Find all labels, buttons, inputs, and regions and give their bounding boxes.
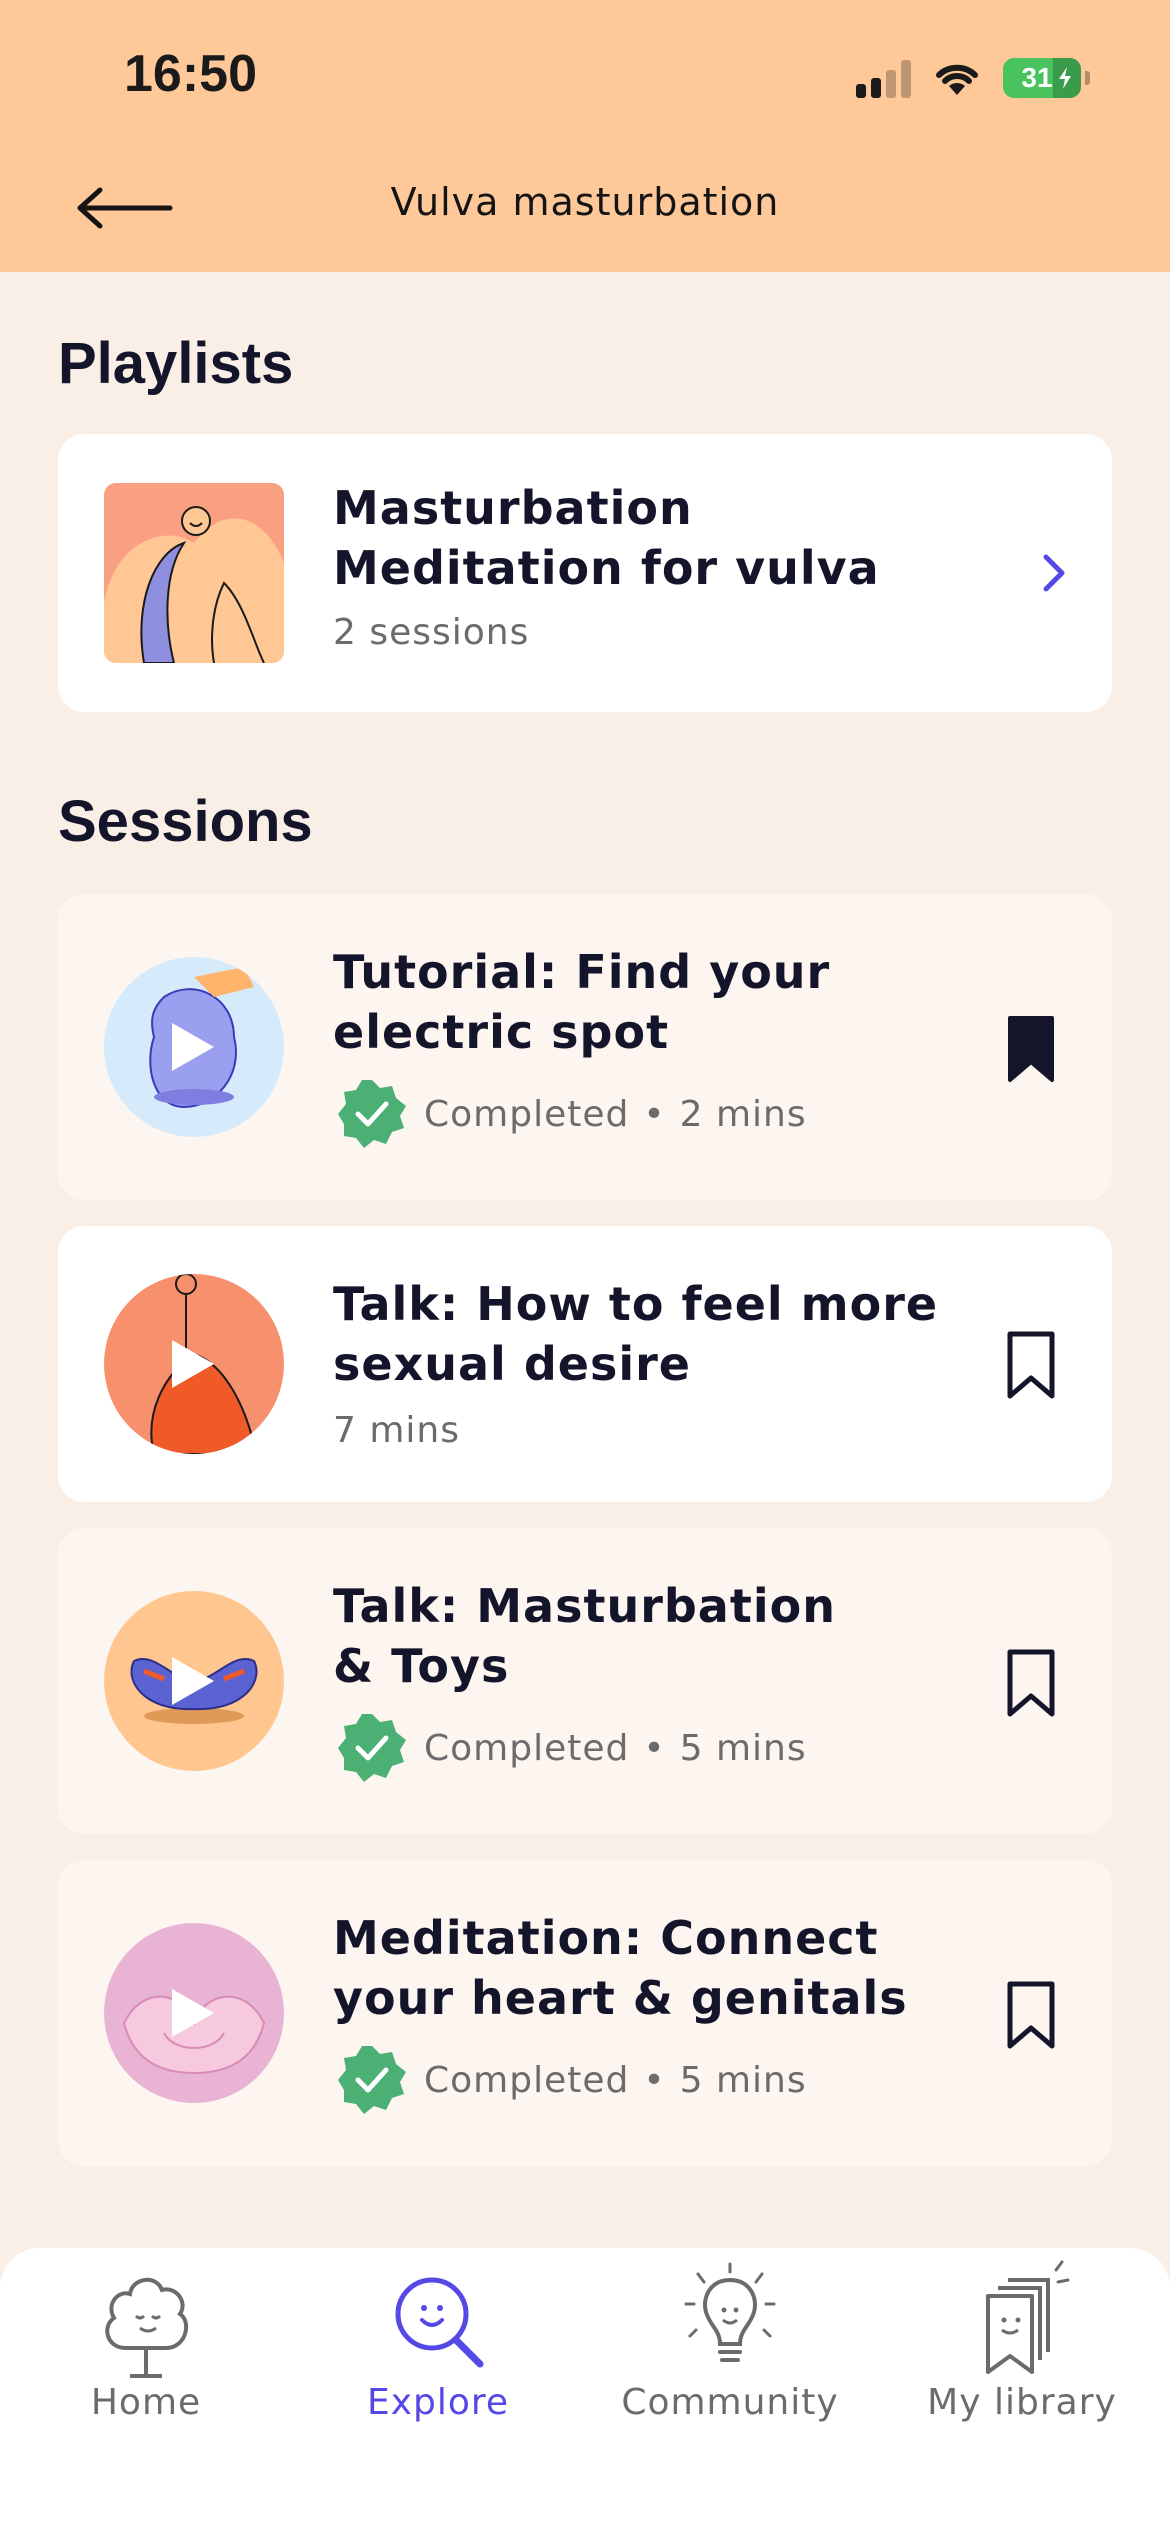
bookmark-outline-icon[interactable] (1006, 1980, 1056, 2050)
session-card[interactable]: Meditation: Connect your heart & genital… (58, 1860, 1112, 2166)
battery-icon: 31 (1003, 58, 1081, 98)
meta-separator: • (643, 2059, 666, 2101)
session-meta: Completed • 2 mins (336, 1078, 807, 1150)
bottom-nav: Home Explore Community My library (0, 2248, 1170, 2532)
session-duration: 5 mins (679, 2059, 807, 2101)
playlist-card[interactable]: Masturbation Meditation for vulva 2 sess… (58, 434, 1112, 712)
bookmark-filled-icon[interactable] (1006, 1014, 1056, 1084)
play-icon (172, 1023, 214, 1071)
completed-check-icon (338, 1080, 406, 1148)
session-thumbnail (104, 1274, 284, 1454)
play-icon (172, 1340, 214, 1388)
session-meta: Completed • 5 mins (336, 1712, 807, 1784)
playlist-thumbnail (104, 483, 284, 663)
cellular-signal-icon (856, 58, 911, 98)
page-title: Vulva masturbation (390, 180, 780, 224)
nav-community[interactable]: Community (584, 2248, 876, 2448)
session-thumbnail (104, 957, 284, 1137)
session-duration: 7 mins (333, 1410, 460, 1451)
play-icon (172, 1657, 214, 1705)
session-title-line2: electric spot (333, 1005, 670, 1059)
session-title-line2: your heart & genitals (333, 1971, 908, 2025)
wifi-icon (936, 64, 978, 95)
battery-level: 31 (1021, 62, 1053, 93)
nav-label-community: Community (621, 2382, 839, 2423)
session-title-line1: Talk: Masturbation (333, 1579, 836, 1633)
bookmark-outline-icon[interactable] (1006, 1648, 1056, 1718)
session-duration: 5 mins (679, 1727, 807, 1769)
playlist-title-line2: Meditation for vulva (333, 541, 880, 595)
session-status: Completed (424, 1093, 630, 1135)
playlists-heading: Playlists (58, 331, 294, 396)
magnifier-face-icon (395, 2277, 484, 2368)
status-icons: 31 (856, 56, 1090, 100)
session-card[interactable]: Tutorial: Find your electric spot Comple… (58, 894, 1112, 1200)
charging-bolt-icon (1059, 67, 1071, 89)
completed-check-icon (338, 1714, 406, 1782)
session-title-line2: & Toys (333, 1639, 510, 1693)
completed-check-icon (338, 2046, 406, 2114)
session-title-line2: sexual desire (333, 1337, 691, 1391)
nav-label-my-library: My library (927, 2382, 1117, 2423)
session-thumbnail (104, 1923, 284, 2103)
status-time: 16:50 (124, 45, 257, 103)
nav-explore[interactable]: Explore (292, 2248, 584, 2448)
bookmark-outline-icon[interactable] (1006, 1330, 1056, 1400)
meta-separator: • (643, 1727, 666, 1769)
playlist-session-count: 2 sessions (333, 612, 530, 653)
header-bar: 16:50 31 Vulva masturbation (0, 0, 1170, 272)
session-title-line1: Meditation: Connect (333, 1911, 879, 1965)
session-card[interactable]: Talk: How to feel more sexual desire 7 m… (58, 1226, 1112, 1502)
sessions-heading: Sessions (58, 789, 313, 854)
session-card[interactable]: Talk: Masturbation & Toys Completed • 5 … (58, 1528, 1112, 1834)
playlist-title-line1: Masturbation (333, 481, 693, 535)
bookmark-stack-icon (986, 2260, 1070, 2374)
session-thumbnail (104, 1591, 284, 1771)
session-status: Completed (424, 2059, 630, 2101)
session-status: Completed (424, 1727, 630, 1769)
session-title-line1: Tutorial: Find your (333, 945, 831, 999)
session-meta: Completed • 5 mins (336, 2044, 807, 2116)
tree-face-icon (105, 2278, 189, 2378)
chevron-right-icon (1043, 554, 1065, 592)
battery-cap (1085, 71, 1090, 85)
play-icon (172, 1989, 214, 2037)
nav-label-home: Home (90, 2382, 202, 2423)
nav-my-library[interactable]: My library (876, 2248, 1168, 2448)
nav-home[interactable]: Home (0, 2248, 292, 2448)
lightbulb-icon (684, 2262, 776, 2362)
session-duration: 2 mins (679, 1093, 807, 1135)
nav-label-explore: Explore (366, 2382, 510, 2423)
meta-separator: • (643, 1093, 666, 1135)
session-title-line1: Talk: How to feel more (333, 1277, 939, 1331)
